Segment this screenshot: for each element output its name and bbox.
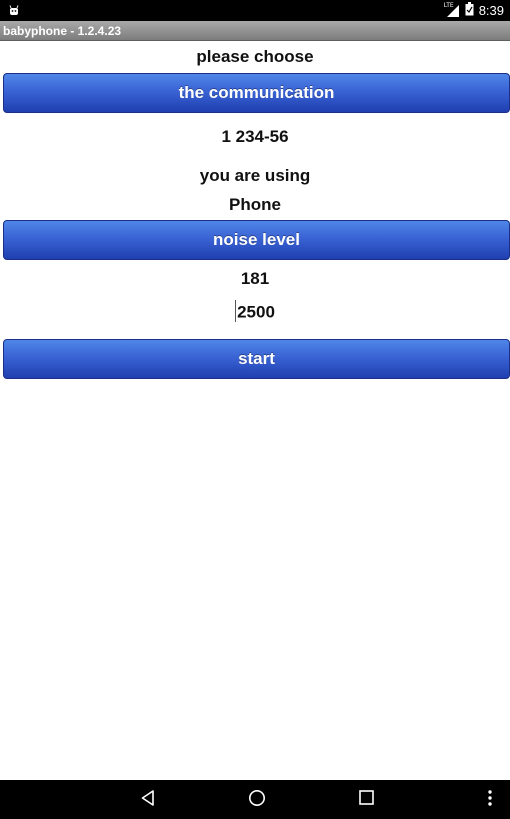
- threshold-value: 2500: [237, 302, 275, 322]
- overflow-menu-icon: [487, 789, 493, 811]
- home-button[interactable]: [237, 780, 277, 819]
- phone-number: 1 234-56: [221, 127, 289, 146]
- navigation-bar: [0, 780, 510, 819]
- using-label: you are using: [199, 166, 311, 185]
- battery-icon: [465, 1, 474, 20]
- status-bar: LTE 8:39: [0, 0, 510, 21]
- signal-icon: LTE: [444, 2, 460, 18]
- back-icon: [141, 789, 155, 810]
- text-caret: [235, 300, 237, 322]
- mode-value: Phone: [229, 195, 281, 214]
- android-icon: [8, 1, 20, 20]
- clock: 8:39: [478, 3, 504, 18]
- recents-button[interactable]: [346, 780, 386, 819]
- start-button[interactable]: start: [3, 339, 510, 379]
- communication-button[interactable]: the communication: [3, 73, 510, 113]
- app-title-bar: babyphone - 1.2.4.23: [0, 21, 510, 41]
- overflow-menu-button[interactable]: [478, 780, 502, 819]
- noise-value: 181: [240, 269, 270, 288]
- recents-icon: [358, 790, 374, 809]
- noise-level-button-label: noise level: [213, 230, 300, 249]
- home-icon: [248, 789, 266, 811]
- threshold-input[interactable]: 2500: [0, 300, 510, 324]
- noise-level-button[interactable]: noise level: [3, 220, 510, 260]
- communication-button-label: the communication: [178, 83, 335, 102]
- choose-label: please choose: [196, 47, 314, 66]
- start-button-label: start: [238, 349, 275, 368]
- app-title: babyphone - 1.2.4.23: [3, 23, 122, 38]
- back-button[interactable]: [128, 780, 168, 819]
